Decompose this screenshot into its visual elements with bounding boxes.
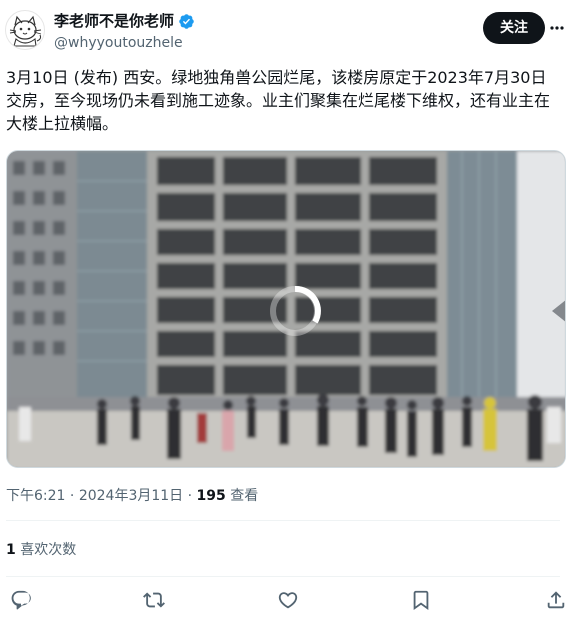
tweet-text: 3月10日 (发布) 西安。绿地独角兽公园烂尾，该楼房原定于2023年7月30日…	[6, 68, 551, 133]
likes-stat[interactable]: 1 喜欢次数	[6, 540, 76, 560]
meta-separator: ·	[69, 488, 75, 504]
retweet-icon[interactable]	[143, 589, 165, 611]
bookmark-icon[interactable]	[410, 589, 432, 611]
tweet-time[interactable]: 下午6:21	[6, 488, 65, 504]
share-icon[interactable]	[545, 589, 566, 611]
more-options-icon[interactable]	[549, 18, 565, 38]
avatar[interactable]	[5, 10, 45, 50]
cat-sketch-avatar-icon	[9, 15, 42, 47]
meta-separator: ·	[187, 488, 193, 504]
tweet-meta: 下午6:21 · 2024年3月11日 · 195 查看	[6, 486, 258, 506]
verified-badge-icon	[179, 14, 194, 29]
loading-spinner-icon	[270, 286, 321, 336]
heart-icon[interactable]	[277, 589, 299, 611]
follow-button[interactable]: 关注	[483, 12, 545, 44]
divider	[6, 520, 560, 521]
views-count: 195	[196, 488, 226, 504]
tweet-header: 李老师不是你老师 @whyyoutouzhele 关注	[0, 0, 566, 66]
display-name[interactable]: 李老师不是你老师	[54, 11, 174, 31]
likes-count: 1	[6, 542, 16, 558]
views-label: 查看	[230, 488, 259, 504]
tweet-date[interactable]: 2024年3月11日	[79, 488, 183, 504]
divider	[6, 576, 560, 577]
reply-icon[interactable]	[10, 589, 32, 611]
video-player[interactable]	[6, 150, 566, 468]
action-bar	[0, 585, 566, 615]
likes-label: 喜欢次数	[20, 542, 77, 558]
user-handle[interactable]: @whyyoutouzhele	[54, 33, 183, 53]
